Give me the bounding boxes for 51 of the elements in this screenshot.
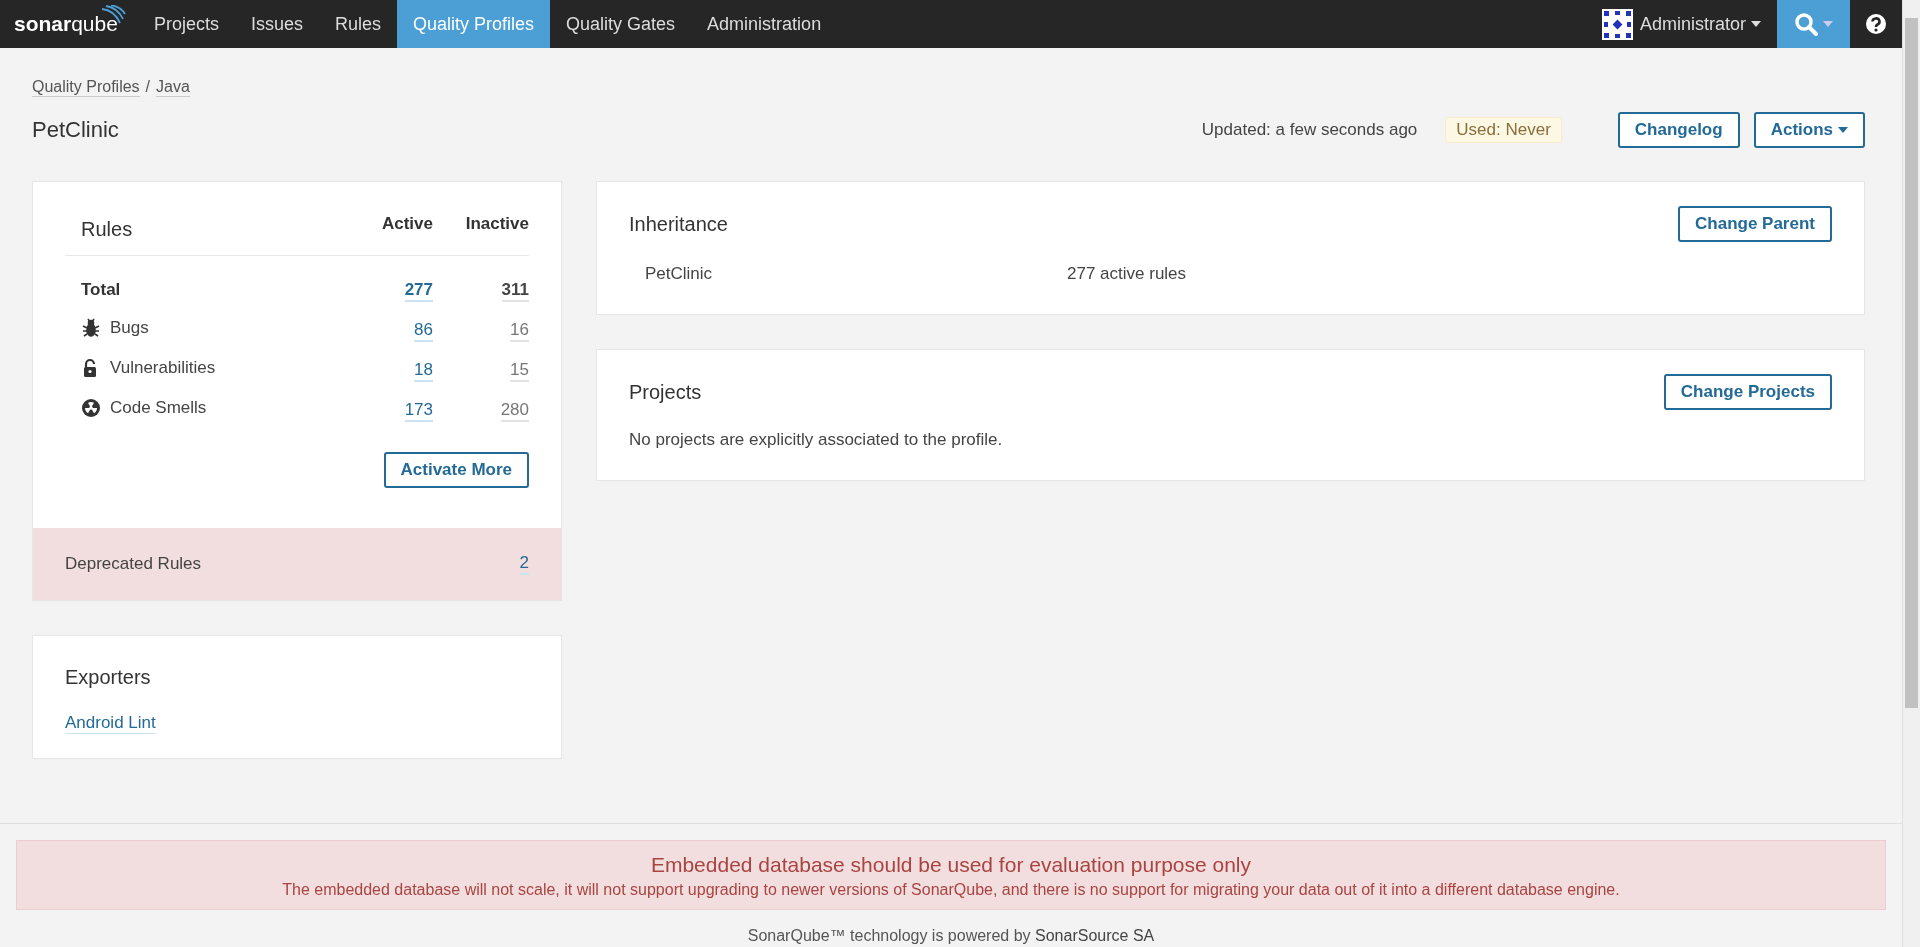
active-count-link[interactable]: 86	[414, 320, 433, 342]
nav-link[interactable]: Administration	[691, 0, 838, 48]
rule-type-label: Bugs	[110, 317, 149, 338]
sonarsource-link[interactable]: SonarSource SA	[1035, 927, 1155, 944]
user-menu[interactable]: Administrator	[1585, 0, 1777, 48]
projects-heading: Projects	[629, 380, 702, 404]
nav-link[interactable]: Projects	[137, 0, 235, 48]
caret-icon	[1751, 21, 1761, 27]
profile-title: PetClinic	[32, 117, 120, 143]
footer-text: SonarQube™ technology is powered by	[747, 927, 1031, 944]
deprecated-count-link[interactable]: 2	[519, 553, 529, 575]
change-projects-button[interactable]: Change Projects	[1663, 374, 1832, 410]
warning-message: The embedded database will not scale, it will not support upgrading to newer versions of SonarQube, and there is no support for migrating your data out of it into a different database engine.	[281, 881, 1621, 899]
active-count-link[interactable]: 173	[404, 400, 433, 422]
change-parent-button[interactable]: Change Parent	[1678, 206, 1832, 242]
sonarqube-logo[interactable]: sonarqube	[0, 0, 138, 48]
column-header: Inactive	[433, 198, 529, 256]
nav-link[interactable]: Issues	[234, 0, 319, 48]
exporter-link[interactable]: Android Lint	[65, 713, 156, 734]
deprecated-rules-label: Deprecated Rules	[65, 554, 202, 574]
rule-type-label: Vulnerabilities	[110, 357, 216, 378]
profile-name: PetClinic	[645, 264, 714, 284]
warning-title: Embedded database should be used for evaluation purpose only	[649, 853, 1253, 877]
avatar-icon	[1601, 8, 1633, 40]
updated-text: Updated: a few seconds ago	[1201, 120, 1418, 140]
scrollbar[interactable]	[1902, 0, 1920, 947]
changelog-button[interactable]: Changelog	[1617, 112, 1740, 148]
column-header: Active	[339, 198, 433, 256]
rule-type-label: Total	[81, 280, 121, 300]
active-count-link[interactable]: 277	[404, 280, 433, 302]
radiation-icon	[81, 397, 101, 418]
actions-dropdown[interactable]: Actions	[1753, 112, 1865, 148]
active-rules-count: 277 active rules	[1067, 264, 1187, 284]
usage-badge: Used: Never	[1445, 117, 1562, 143]
inheritance-heading: Inheritance	[629, 212, 728, 236]
rules-heading: Rules	[65, 198, 340, 256]
exporters-heading: Exporters	[65, 666, 152, 689]
active-count-link[interactable]: 18	[414, 360, 433, 382]
rule-type-label: Code Smells	[110, 397, 207, 418]
breadcrumb-link[interactable]: Java	[156, 78, 190, 97]
help-icon	[1865, 13, 1887, 35]
projects-message: No projects are explicitly associated to the profile.	[629, 430, 1004, 450]
caret-icon	[1838, 127, 1848, 133]
search-icon	[1794, 12, 1818, 36]
activate-more-button[interactable]: Activate More	[383, 452, 529, 488]
caret-icon	[1823, 21, 1833, 27]
breadcrumb-separator: /	[145, 78, 151, 97]
nav-link[interactable]: Rules	[318, 0, 397, 48]
bug-icon	[81, 317, 101, 338]
breadcrumb-link[interactable]: Quality Profiles	[32, 78, 140, 97]
nav-link[interactable]: Quality Gates	[550, 0, 692, 48]
